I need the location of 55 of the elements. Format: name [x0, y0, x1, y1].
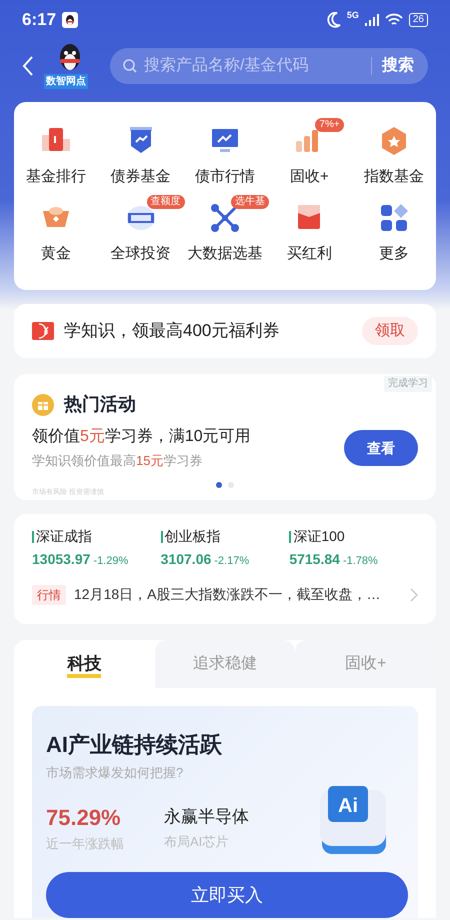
shortcut-label[interactable]: 大数据选基	[187, 242, 262, 265]
index-marker	[32, 530, 34, 542]
index-change: -1.29%	[93, 554, 128, 569]
index-marker	[160, 530, 163, 542]
section-title: 热门活动	[64, 393, 136, 416]
shortcut-label[interactable]: 黄金	[41, 242, 72, 265]
news-tag: 行情	[32, 584, 66, 604]
offer-note: 学知识领价值最高15元学习券	[32, 452, 204, 470]
shortcut-label[interactable]: 债券基金	[110, 166, 171, 188]
signal-icon	[364, 14, 379, 26]
back-icon[interactable]	[22, 55, 34, 77]
return-label: 近一年涨跌幅	[46, 834, 124, 852]
moon-icon	[326, 12, 341, 28]
index-marker	[289, 530, 292, 542]
feature-subtitle: 市场需求爆发如何把握?	[46, 764, 184, 782]
index-value: 5715.84	[289, 550, 340, 569]
shortcut-label[interactable]: 固收+	[290, 166, 329, 188]
promo-badge: 选牛基	[230, 194, 269, 208]
wifi-icon	[384, 13, 403, 27]
promo-text: 学知识，领最高400元福利券	[64, 320, 280, 342]
battery-indicator: 26	[408, 13, 428, 27]
feature-title: AI产业链持续活跃	[46, 731, 223, 759]
shortcut-label[interactable]: 基金排行	[26, 166, 86, 188]
fund-note: 布局AI芯片	[164, 833, 230, 851]
clock: 6:17	[22, 9, 56, 32]
index-change: -1.78%	[342, 554, 378, 569]
index-value: 13053.97	[32, 550, 90, 569]
news-headline[interactable]: 12月18日，A股三大指数涨跌不一，截至收盘，…	[74, 584, 410, 605]
index-change: -2.17%	[214, 554, 250, 569]
promo-badge: 查额度	[146, 194, 185, 208]
network-label: 5G	[346, 9, 359, 22]
search-button[interactable]: 搜索	[382, 54, 414, 78]
shortcut-label[interactable]: 更多	[378, 242, 409, 265]
coupon-icon	[32, 322, 54, 340]
promo-badge: 7%+	[315, 118, 344, 132]
index-value: 3107.06	[160, 550, 212, 569]
offer-text: 领价值5元学习券，满10元可用	[32, 426, 252, 447]
mascot-logo: 数智网点	[44, 43, 94, 89]
index-name[interactable]: 创业板指	[164, 526, 221, 547]
view-button[interactable]: 查看	[344, 430, 418, 466]
corner-tag: 完成学习	[384, 376, 432, 392]
shortcut-label[interactable]: 全球投资	[110, 242, 171, 265]
penguin-icon	[62, 12, 78, 28]
claim-button[interactable]: 领取	[362, 317, 418, 345]
return-value: 75.29%	[46, 804, 122, 832]
search-icon	[122, 58, 138, 74]
fund-name: 永赢半导体	[164, 806, 249, 828]
shortcut-label[interactable]: 债市行情	[194, 166, 255, 188]
search-field[interactable]: 搜索产品名称/基金代码 搜索	[110, 48, 428, 84]
index-name[interactable]: 深证成指	[36, 526, 92, 547]
shortcut-label[interactable]: 指数基金	[364, 166, 424, 188]
index-name[interactable]: 深证100	[293, 526, 345, 547]
gift-icon	[32, 394, 54, 416]
buy-now-button[interactable]: 立即买入	[46, 872, 408, 918]
shortcut-label[interactable]: 买红利	[286, 242, 332, 265]
